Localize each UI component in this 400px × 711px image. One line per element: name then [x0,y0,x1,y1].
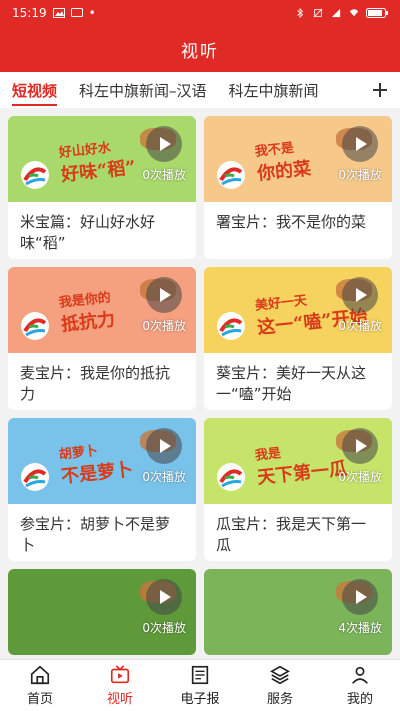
video-thumbnail[interactable]: 0次播放 [8,569,196,655]
video-title[interactable]: 署宝片：我不是你的菜 [204,202,392,259]
play-button[interactable] [146,428,182,464]
channel-logo-icon [217,463,245,491]
tab-news[interactable]: 科左中旗新闻 [229,72,319,108]
channel-logo-icon [217,312,245,340]
video-title[interactable]: 参宝片：胡萝卜不是萝卜 [8,504,196,561]
nav-service[interactable]: 服务 [240,660,320,711]
nav-service-label: 服务 [266,692,293,707]
play-icon [356,590,367,604]
thumbnail-headline-line2: 你的菜 [256,158,313,185]
page-title-bar: 视听 [0,26,400,72]
signal-icon [331,8,341,18]
tab-news-chinese[interactable]: 科左中旗新闻–汉语 [79,72,207,108]
video-card[interactable]: 美好一天 这一“嗑”开始 0次播放 葵宝片：美好一天从这一“嗑”开始 [204,267,392,410]
status-bar: 15:19 • [0,0,400,26]
image-notification-icon [52,8,65,18]
video-title[interactable]: 米宝篇：好山好水好味“稻” [8,202,196,259]
play-icon [160,137,171,151]
wifi-icon [349,9,359,17]
video-thumbnail[interactable]: 4次播放 [204,569,392,655]
play-icon [160,590,171,604]
play-count: 0次播放 [338,470,382,484]
video-title[interactable]: 麦宝片：我是你的抵抗力 [8,353,196,410]
tab-short-video[interactable]: 短视频 [12,72,58,108]
play-count: 0次播放 [142,621,186,635]
home-icon [30,665,50,685]
page-title: 视听 [181,41,219,62]
bluetooth-icon [297,8,304,18]
thumbnail-headline: 我是你的 抵抗力 [58,286,116,336]
nav-epaper-label: 电子报 [180,692,220,707]
play-button[interactable] [342,277,378,313]
video-thumbnail[interactable]: 胡萝卜 不是萝卜 0次播放 [8,418,196,504]
play-count: 0次播放 [142,168,186,182]
message-notification-icon [70,8,83,17]
channel-logo-icon [21,463,49,491]
play-button[interactable] [146,579,182,615]
play-count: 0次播放 [338,319,382,333]
nav-profile-label: 我的 [346,692,373,707]
video-thumbnail[interactable]: 好山好水 好味“稻” 0次播放 [8,116,196,202]
bottom-nav: 首页 视听 电子报 服务 我的 [0,659,400,711]
user-icon [352,666,368,684]
thumbnail-headline: 我是 天下第一瓜 [254,435,348,489]
thumbnail-headline: 我不是 你的菜 [254,135,312,185]
video-card[interactable]: 0次播放 [8,569,196,655]
video-thumbnail[interactable]: 我是 天下第一瓜 0次播放 [204,418,392,504]
video-thumbnail[interactable]: 美好一天 这一“嗑”开始 0次播放 [204,267,392,353]
video-grid: 好山好水 好味“稻” 0次播放 米宝篇：好山好水好味“稻” 我不是 你的菜 0次… [0,108,400,659]
channel-logo-icon [21,161,49,189]
nav-home-label: 首页 [26,692,53,707]
play-count: 0次播放 [338,168,382,182]
play-icon [356,439,367,453]
status-time: 15:19 [12,6,47,20]
video-card[interactable]: 我是你的 抵抗力 0次播放 麦宝片：我是你的抵抗力 [8,267,196,410]
nav-home[interactable]: 首页 [0,660,80,711]
video-card[interactable]: 好山好水 好味“稻” 0次播放 米宝篇：好山好水好味“稻” [8,116,196,259]
video-card[interactable]: 我不是 你的菜 0次播放 署宝片：我不是你的菜 [204,116,392,259]
nav-video[interactable]: 视听 [80,660,160,711]
video-thumbnail[interactable]: 我不是 你的菜 0次播放 [204,116,392,202]
dot-icon: • [88,6,96,20]
layers-icon [270,665,290,685]
add-channel-button[interactable] [360,72,400,108]
channel-logo-icon [217,161,245,189]
play-icon [160,288,171,302]
newspaper-icon [191,665,209,685]
play-button[interactable] [342,428,378,464]
video-title[interactable]: 葵宝片：美好一天从这一“嗑”开始 [204,353,392,410]
battery-icon [366,8,388,18]
video-card[interactable]: 我是 天下第一瓜 0次播放 瓜宝片：我是天下第一瓜 [204,418,392,561]
play-icon [356,288,367,302]
thumbnail-headline: 好山好水 好味“稻” [58,134,137,187]
play-button[interactable] [342,579,378,615]
nav-profile[interactable]: 我的 [320,660,400,711]
play-icon [160,439,171,453]
play-button[interactable] [342,126,378,162]
channel-logo-icon [21,312,49,340]
play-count: 0次播放 [142,319,186,333]
play-count: 4次播放 [338,621,382,635]
video-thumbnail[interactable]: 我是你的 抵抗力 0次播放 [8,267,196,353]
play-count: 0次播放 [142,470,186,484]
thumbnail-headline-line2: 抵抗力 [60,309,117,336]
video-title[interactable]: 瓜宝片：我是天下第一瓜 [204,504,392,561]
channel-tabs: 短视频 科左中旗新闻–汉语 科左中旗新闻 [0,72,400,108]
video-card[interactable]: 胡萝卜 不是萝卜 0次播放 参宝片：胡萝卜不是萝卜 [8,418,196,561]
tv-icon [110,665,130,684]
nav-epaper[interactable]: 电子报 [160,660,240,711]
play-button[interactable] [146,126,182,162]
mute-icon [313,8,323,18]
play-button[interactable] [146,277,182,313]
play-icon [356,137,367,151]
video-card[interactable]: 4次播放 [204,569,392,655]
thumbnail-headline: 胡萝卜 不是萝卜 [58,436,134,488]
plus-icon [373,83,387,97]
nav-video-label: 视听 [106,692,133,707]
